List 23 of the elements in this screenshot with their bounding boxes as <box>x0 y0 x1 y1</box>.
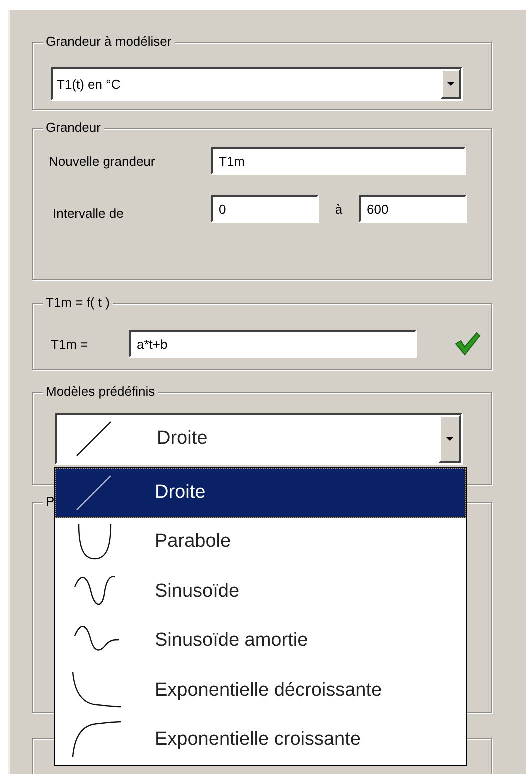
field-label: à <box>334 202 344 216</box>
dropdown-option[interactable]: Exponentielle décroissante <box>55 666 466 716</box>
field-label: T1m = <box>51 336 90 352</box>
caret-icon <box>447 82 455 86</box>
field-label: Intervalle de <box>52 206 125 220</box>
input-field[interactable]: a*t+b <box>129 330 417 358</box>
caret-icon <box>446 437 454 441</box>
selected-model: Droite <box>157 428 208 450</box>
combo-box[interactable]: Droite <box>55 413 463 465</box>
dropdown-button[interactable] <box>441 69 461 99</box>
input-field[interactable]: T1m <box>211 147 466 175</box>
group-title: Modèles prédéfinis <box>43 384 158 400</box>
dropdown-option[interactable]: Sinusoïde amortie <box>55 616 466 666</box>
dropdown-button[interactable] <box>439 415 461 463</box>
combo-box[interactable]: T1(t) en °C <box>51 67 463 101</box>
dropdown-option[interactable]: Parabole <box>55 518 466 567</box>
field-label: Nouvelle grandeur <box>49 154 156 168</box>
input-field[interactable]: 0 <box>211 195 319 223</box>
group-title: T1m = f( t ) <box>43 295 113 311</box>
dropdown-option[interactable]: Exponentielle croissante <box>55 716 466 765</box>
input-field[interactable]: 600 <box>359 195 467 223</box>
dropdown-option[interactable]: Sinusoïde <box>55 567 466 616</box>
dropdown-option[interactable]: Droite <box>55 468 466 518</box>
